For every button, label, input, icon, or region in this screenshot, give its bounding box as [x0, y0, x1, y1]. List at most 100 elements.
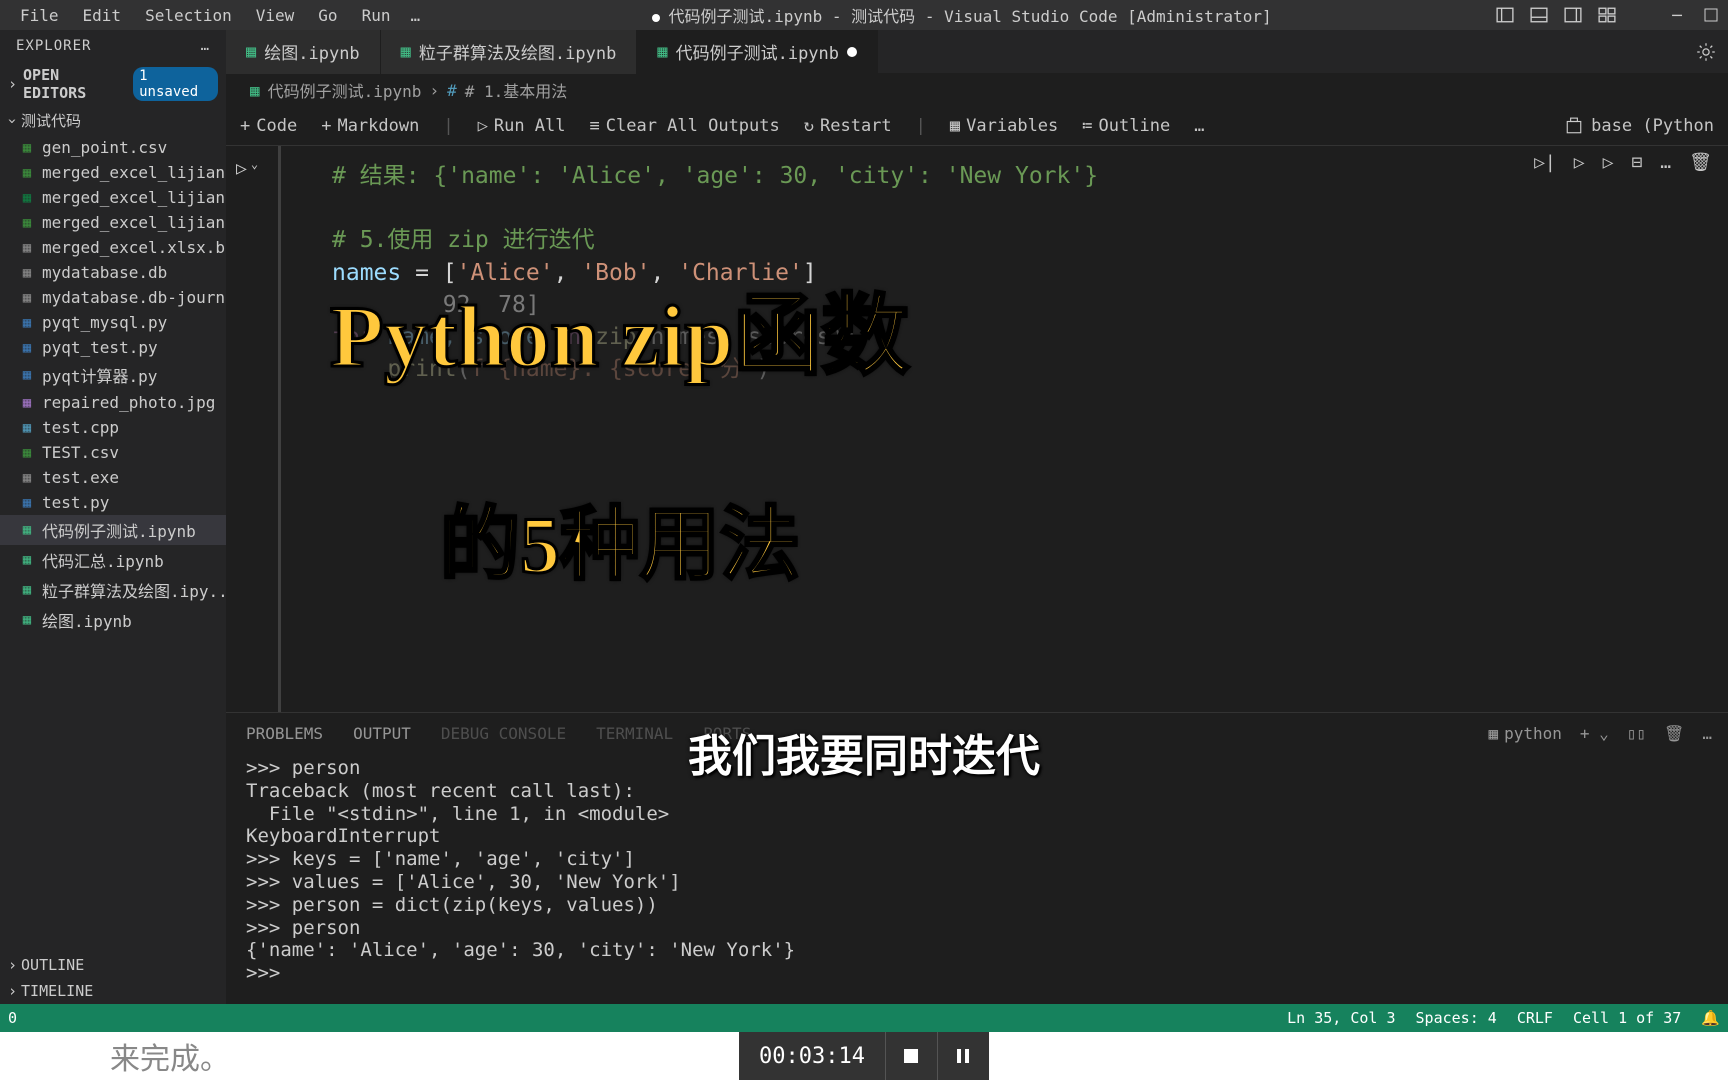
execute-above-icon[interactable]: ▷ [1574, 150, 1585, 175]
status-left[interactable]: 0 [8, 1009, 17, 1027]
menu-run[interactable]: Run [350, 2, 403, 29]
restart-button[interactable]: ↻ Restart [804, 116, 892, 136]
editor-tab[interactable]: ▦代码例子测试.ipynb [637, 30, 878, 74]
breadcrumb-file[interactable]: 代码例子测试.ipynb [268, 78, 422, 102]
statusbar: 0 Ln 35, Col 3 Spaces: 4 CRLF Cell 1 of … [0, 1004, 1728, 1032]
layout-left-icon[interactable] [1496, 6, 1514, 24]
clear-outputs-button[interactable]: ≡ Clear All Outputs [590, 116, 780, 136]
file-icon: ▦ [18, 494, 36, 512]
file-icon: ▦ [18, 189, 36, 207]
file-item[interactable]: ▦ TEST.csv [0, 440, 226, 465]
file-name: pyqt_test.py [42, 338, 158, 357]
editor-tab[interactable]: ▦粒子群算法及绘图.ipynb [381, 30, 638, 74]
explorer-title: EXPLORER [16, 38, 91, 54]
indentation[interactable]: Spaces: 4 [1416, 1009, 1497, 1027]
file-item[interactable]: ▦粒子群算法及绘图.ipy... [0, 575, 226, 605]
menu-edit[interactable]: Edit [71, 2, 134, 29]
debug-tab[interactable]: DEBUG CONSOLE [441, 724, 566, 743]
eol[interactable]: CRLF [1517, 1009, 1553, 1027]
add-code-button[interactable]: + Code [240, 116, 297, 136]
code-comment: # 结果: {'name': 'Alice', 'age': 30, 'city… [332, 163, 1098, 189]
run-all-button[interactable]: ▷ Run All [478, 116, 566, 136]
split-cell-icon[interactable]: ⊟ [1631, 150, 1642, 175]
run-by-line-icon[interactable]: ▷| [1534, 150, 1556, 175]
menu-view[interactable]: View [244, 2, 307, 29]
maximize-icon[interactable] [1702, 6, 1720, 24]
terminal-tab[interactable]: TERMINAL [596, 724, 673, 743]
menu-file[interactable]: File [8, 2, 71, 29]
notebook-icon: ▦ [250, 81, 260, 100]
timeline-section[interactable]: ›TIMELINE [0, 978, 226, 1004]
file-item[interactable]: ▦pyqt计算器.py [0, 360, 226, 390]
variables-button[interactable]: ▦ Variables [950, 116, 1058, 136]
file-name: pyqt_mysql.py [42, 313, 167, 332]
file-icon: ▦ [18, 394, 36, 412]
open-editors-section[interactable]: › OPEN EDITORS 1 unsaved [0, 62, 226, 106]
add-markdown-button[interactable]: + Markdown [321, 116, 419, 136]
file-item[interactable]: ▦mydatabase.db [0, 260, 226, 285]
file-item[interactable]: ▦test.py [0, 490, 226, 515]
output-tab[interactable]: OUTPUT [353, 724, 411, 743]
outline-section[interactable]: ›OUTLINE [0, 952, 226, 978]
notifications-icon[interactable]: 🔔 [1701, 1009, 1720, 1027]
cell-indicator [278, 146, 281, 712]
run-cell-button[interactable]: ▷ ⌄ [236, 156, 258, 181]
cell-indicator[interactable]: Cell 1 of 37 [1573, 1009, 1681, 1027]
stop-button[interactable] [885, 1032, 937, 1080]
folder-header[interactable]: › 测试代码 [0, 106, 226, 135]
file-name: 代码汇总.ipynb [42, 548, 164, 572]
file-name: 粒子群算法及绘图.ipy... [42, 578, 226, 602]
more-icon[interactable]: … [201, 38, 210, 54]
file-item[interactable]: ▦gen_point.csv [0, 135, 226, 160]
terminal-kernel[interactable]: ▦ python [1488, 724, 1561, 743]
file-item[interactable]: ▦mydatabase.db-journ... [0, 285, 226, 310]
code-cell[interactable]: ▷ ⌄ ▷| ▷ ▷ ⊟ … 🗑 # 结果: {'name': 'Alice',… [226, 146, 1728, 712]
split-terminal-icon[interactable]: ▯▯ [1627, 724, 1646, 743]
breadcrumb[interactable]: ▦ 代码例子测试.ipynb › # # 1.基本用法 [226, 74, 1728, 106]
file-icon: ▦ [18, 521, 36, 539]
execute-below-icon[interactable]: ▷ [1603, 150, 1614, 175]
menu-more-icon[interactable]: … [402, 2, 428, 29]
layout-bottom-icon[interactable] [1530, 6, 1548, 24]
file-icon: ▦ [18, 444, 36, 462]
terminal-output[interactable]: >>> person Traceback (most recent call l… [226, 753, 1728, 1004]
breadcrumb-section[interactable]: # 1.基本用法 [465, 78, 568, 102]
file-item[interactable]: ▦test.exe [0, 465, 226, 490]
file-item[interactable]: ▦merged_excel_lijiang2.... [0, 210, 226, 235]
minimize-icon[interactable]: ─ [1668, 6, 1686, 24]
video-overlay-title-2: 的5种用法 [440, 480, 800, 596]
menu-selection[interactable]: Selection [133, 2, 244, 29]
more-icon[interactable]: … [1702, 724, 1712, 743]
editor-tab[interactable]: ▦绘图.ipynb [226, 30, 381, 74]
delete-cell-icon[interactable]: 🗑 [1689, 150, 1712, 175]
more-icon[interactable]: … [1194, 116, 1204, 136]
cursor-position[interactable]: Ln 35, Col 3 [1287, 1009, 1395, 1027]
file-item[interactable]: ▦test.cpp [0, 415, 226, 440]
file-item[interactable]: ▦代码例子测试.ipynb [0, 515, 226, 545]
file-icon: ▦ [18, 264, 36, 282]
trash-icon[interactable]: 🗑 [1664, 724, 1684, 743]
more-actions-icon[interactable]: … [1660, 150, 1671, 175]
file-item[interactable]: ▦绘图.ipynb [0, 605, 226, 635]
file-item[interactable]: ▦merged_excel_lijiang.... [0, 160, 226, 185]
video-subtitle: 我们我要同时迭代 [688, 720, 1040, 784]
file-item[interactable]: ▦merged_excel_lijiang.... [0, 185, 226, 210]
file-item[interactable]: ▦pyqt_test.py [0, 335, 226, 360]
pause-button[interactable] [937, 1032, 989, 1080]
menu-go[interactable]: Go [306, 2, 349, 29]
file-item[interactable]: ▦pyqt_mysql.py [0, 310, 226, 335]
gear-icon[interactable] [1696, 42, 1716, 62]
kernel-selector[interactable]: base (Python [1565, 116, 1714, 136]
file-name: TEST.csv [42, 443, 119, 462]
new-terminal-icon[interactable]: + ⌄ [1580, 724, 1609, 743]
file-icon: ▦ [18, 289, 36, 307]
layout-right-icon[interactable] [1564, 6, 1582, 24]
video-overlay-title-1: Python zip函数 [330, 265, 909, 392]
file-item[interactable]: ▦repaired_photo.jpg [0, 390, 226, 415]
file-item[interactable]: ▦merged_excel.xlsx.bai... [0, 235, 226, 260]
problems-tab[interactable]: PROBLEMS [246, 724, 323, 743]
file-item[interactable]: ▦代码汇总.ipynb [0, 545, 226, 575]
outline-button[interactable]: ≔ Outline [1082, 116, 1170, 136]
layout-grid-icon[interactable] [1598, 6, 1616, 24]
file-icon: ▦ [18, 469, 36, 487]
